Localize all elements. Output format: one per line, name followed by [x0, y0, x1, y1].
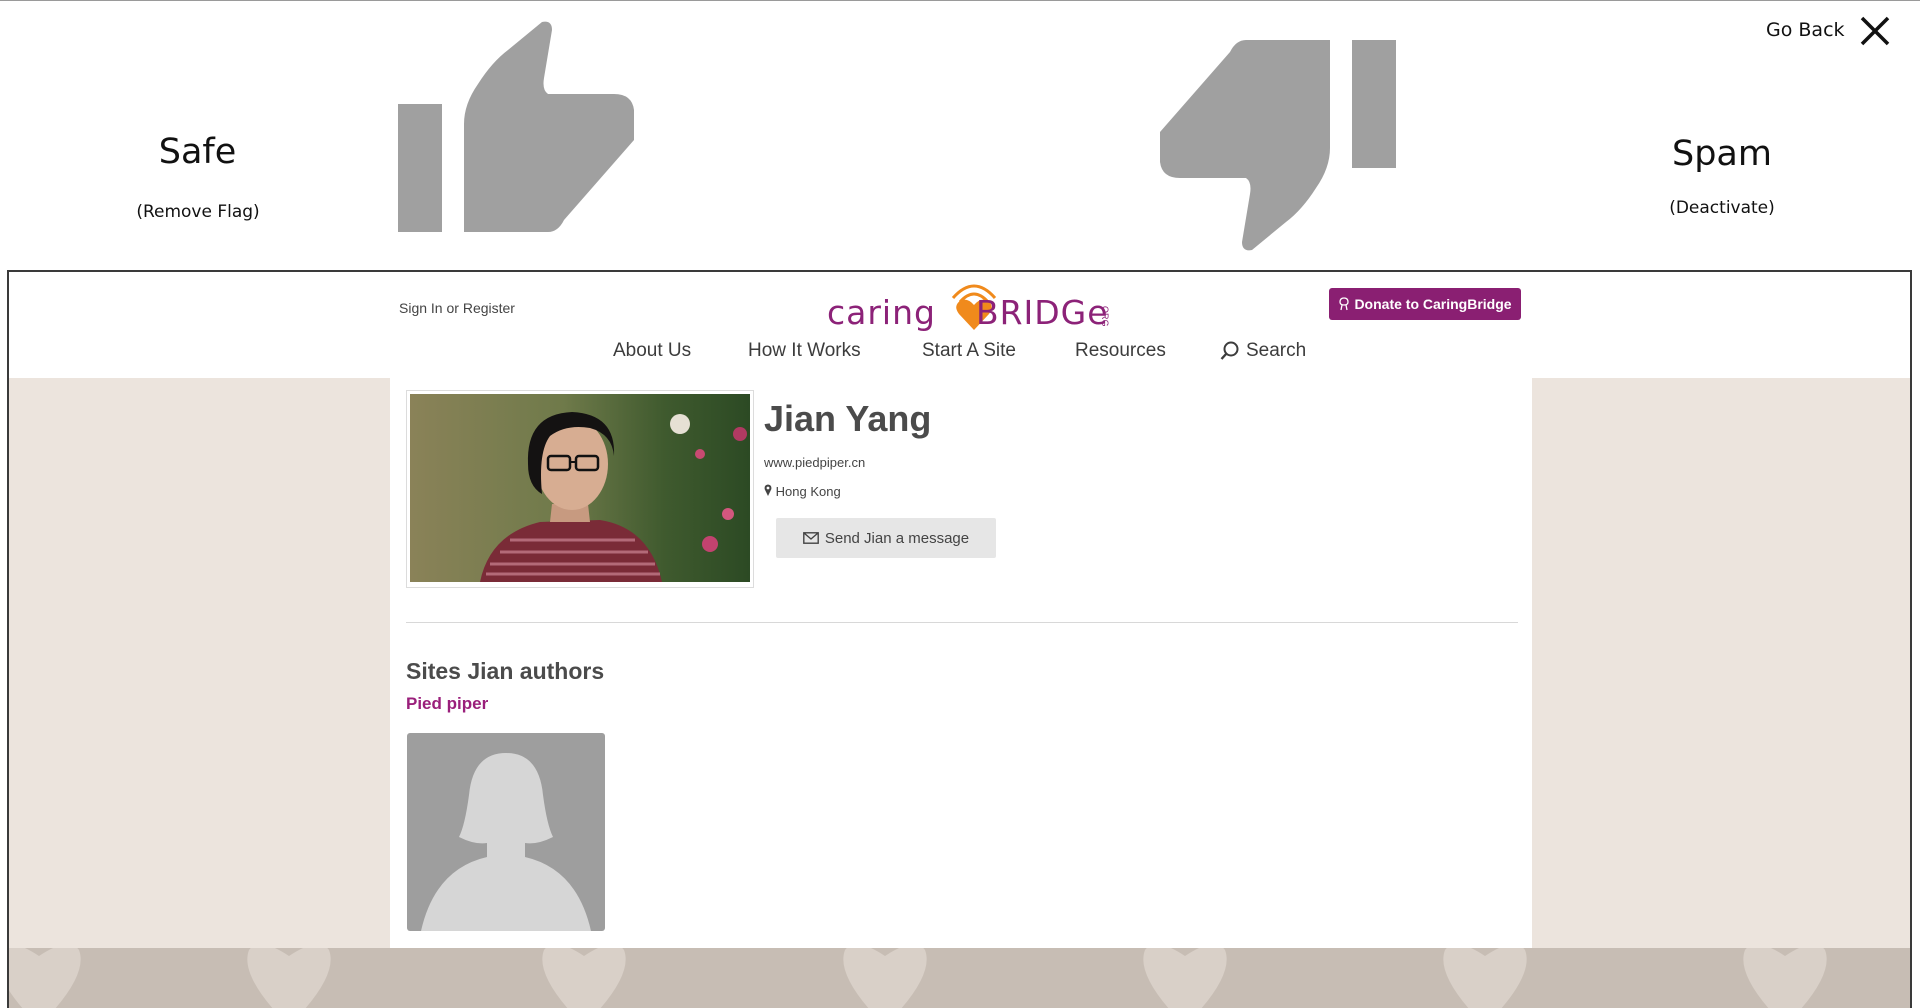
section-divider: [406, 622, 1518, 623]
site-avatar-placeholder[interactable]: [407, 733, 605, 931]
nav-about-us[interactable]: About Us: [613, 340, 691, 362]
logo-org: ORG: [1100, 306, 1110, 327]
profile-location: Hong Kong: [764, 484, 841, 499]
auth-links: Sign In or Register: [399, 300, 515, 316]
nav-start-a-site[interactable]: Start A Site: [922, 340, 1016, 362]
donate-button[interactable]: Donate to CaringBridge: [1329, 288, 1521, 320]
register-link[interactable]: Register: [463, 300, 515, 316]
logo-caring: caring: [827, 293, 936, 332]
donate-label: Donate to CaringBridge: [1354, 296, 1512, 312]
profile-location-text: Hong Kong: [775, 484, 841, 499]
sign-in-link[interactable]: Sign In: [399, 300, 443, 316]
profile-name: Jian Yang: [764, 398, 932, 439]
nav-resources[interactable]: Resources: [1075, 340, 1166, 362]
spam-label: Spam: [1672, 134, 1772, 174]
caringbridge-logo[interactable]: caring BRIDGe ORG: [827, 280, 1127, 336]
go-back-link[interactable]: Go Back: [1766, 19, 1845, 41]
nav-how-it-works[interactable]: How It Works: [748, 340, 861, 362]
top-border: [0, 0, 1920, 1]
close-icon[interactable]: [1858, 14, 1892, 48]
thumbs-down-icon[interactable]: [1160, 40, 1396, 254]
profile-photo-image: [410, 394, 750, 582]
footer-pattern: [9, 948, 1910, 1008]
or-text: or: [446, 300, 459, 316]
map-pin-icon: [764, 484, 772, 496]
person-silhouette-icon: [421, 753, 591, 931]
thumbs-up-icon[interactable]: [398, 20, 634, 234]
safe-sublabel: (Remove Flag): [136, 202, 260, 222]
profile-card: Jian Yang www.piedpiper.cn Hong Kong Sen…: [390, 378, 1532, 948]
heart-pattern-icon: [9, 948, 1827, 1008]
envelope-icon: [802, 532, 819, 544]
nav-search[interactable]: Search: [1220, 340, 1306, 362]
send-message-button[interactable]: Send Jian a message: [776, 518, 996, 558]
site-header: Sign In or Register caring BRIDGe ORG Don…: [9, 272, 1910, 378]
sites-heading: Sites Jian authors: [406, 658, 605, 684]
spam-sublabel: (Deactivate): [1669, 198, 1775, 218]
ribbon-icon: [1339, 297, 1350, 311]
profile-preview-frame: Sign In or Register caring BRIDGe ORG Don…: [7, 270, 1912, 1008]
nav-search-label: Search: [1246, 340, 1307, 361]
logo-bridge: BRIDGe: [975, 293, 1109, 332]
safe-label: Safe: [158, 132, 237, 172]
logo-wordmark: caring BRIDGe: [827, 293, 1109, 332]
search-icon: [1220, 341, 1239, 360]
site-link-pied-piper[interactable]: Pied piper: [406, 694, 488, 714]
profile-photo: [406, 390, 754, 588]
send-message-label: Send Jian a message: [824, 529, 970, 547]
profile-website[interactable]: www.piedpiper.cn: [764, 455, 865, 470]
